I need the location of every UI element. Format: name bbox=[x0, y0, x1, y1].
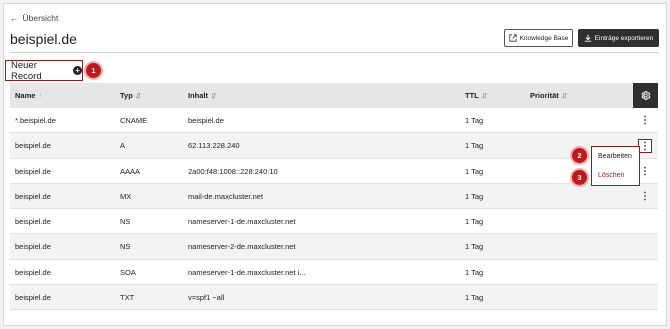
delete-menu-item[interactable]: Löschen bbox=[592, 166, 639, 185]
cell-content: 2a00:f48:1008::228:240:10 bbox=[188, 166, 278, 176]
sort-icon: ⇵ bbox=[211, 92, 217, 100]
cell-type: NS bbox=[120, 242, 131, 252]
cell-name: beispiel.de bbox=[15, 242, 51, 252]
step-badge-2: 2 bbox=[572, 148, 587, 163]
column-header-ttl[interactable]: TTL ⇵ bbox=[465, 91, 487, 100]
column-header-priority-label: Priorität bbox=[530, 91, 559, 100]
column-header-name-label: Name bbox=[15, 91, 36, 100]
column-settings-button[interactable] bbox=[633, 83, 658, 108]
dns-records-table: Name ↑ Typ ⇵ Inhalt ⇵ TTL ⇵ Priorität ⇵ … bbox=[10, 83, 658, 311]
cell-type: CNAME bbox=[120, 116, 148, 125]
step-badge-1: 1 bbox=[86, 63, 101, 78]
more-options-icon[interactable]: ⋮ bbox=[638, 139, 652, 154]
table-row: beispiel.de NS nameserver-2-de.maxcluster.… bbox=[10, 234, 658, 260]
export-entries-button[interactable]: Einträge exportieren bbox=[578, 29, 659, 47]
column-header-name[interactable]: Name ↑ bbox=[15, 91, 42, 100]
table-row: beispiel.de A 62.113.228.240 1 Tag ⋮ bbox=[10, 133, 658, 159]
cell-name: beispiel.de bbox=[15, 217, 51, 227]
new-record-label: Neuer Record bbox=[11, 59, 42, 82]
column-header-content[interactable]: Inhalt ⇵ bbox=[188, 91, 216, 100]
table-row: beispiel.de TXT v=spf1 ~all 1 Tag bbox=[10, 285, 658, 311]
new-record-button[interactable]: Neuer Record + bbox=[5, 59, 83, 82]
cell-name: beispiel.de bbox=[15, 267, 51, 277]
cell-name: beispiel.de bbox=[15, 191, 51, 201]
table-row: beispiel.de MX mail-de.maxcluster.net 1 Tag… bbox=[10, 183, 658, 210]
table-row: beispiel.de AAAA 2a00:f48:1008::228:240:10… bbox=[10, 159, 658, 184]
row-context-menu: Bearbeiten Löschen bbox=[591, 146, 640, 186]
more-options-icon[interactable]: ⋮ bbox=[639, 114, 651, 127]
table-row: beispiel.de SOA nameserver-1-de.maxcluster… bbox=[10, 260, 658, 286]
cell-content: nameserver-1-de.maxcluster.net i... bbox=[188, 267, 306, 277]
external-link-icon bbox=[508, 34, 517, 42]
cell-ttl: 1 Tag bbox=[465, 116, 484, 125]
cell-content: mail-de.maxcluster.net bbox=[188, 191, 264, 201]
sort-icon: ⇵ bbox=[481, 92, 488, 100]
table-row: beispiel.de NS nameserver-1-de.maxcluster.… bbox=[10, 209, 658, 235]
back-label: Übersicht bbox=[22, 13, 59, 23]
sort-icon: ⇵ bbox=[135, 92, 142, 100]
cell-ttl: 1 Tag bbox=[465, 166, 484, 176]
more-options-icon[interactable]: ⋮ bbox=[639, 190, 651, 203]
cell-ttl: 1 Tag bbox=[465, 242, 484, 252]
column-header-type[interactable]: Typ ⇵ bbox=[120, 91, 141, 100]
cell-content: v=spf1 ~all bbox=[188, 293, 225, 303]
cell-ttl: 1 Tag bbox=[465, 141, 484, 151]
column-header-type-label: Typ bbox=[120, 91, 133, 100]
table-header: Name ↑ Typ ⇵ Inhalt ⇵ TTL ⇵ Priorität ⇵ bbox=[10, 83, 658, 108]
sort-arrow-up-icon: ↑ bbox=[38, 92, 42, 99]
export-entries-label: Einträge exportieren bbox=[594, 34, 654, 42]
cell-ttl: 1 Tag bbox=[465, 217, 484, 227]
cell-name: beispiel.de bbox=[15, 166, 51, 176]
more-options-icon[interactable]: ⋮ bbox=[639, 165, 651, 178]
cell-content: 62.113.228.240 bbox=[188, 141, 240, 151]
cell-type: AAAA bbox=[120, 166, 141, 176]
step-badge-3: 3 bbox=[572, 170, 587, 185]
plus-circle-icon: + bbox=[73, 66, 82, 75]
cell-name: *.beispiel.de bbox=[15, 116, 56, 125]
cell-type: TXT bbox=[120, 293, 135, 303]
knowledge-base-label: Knowledge Base bbox=[519, 34, 569, 42]
knowledge-base-button[interactable]: Knowledge Base bbox=[504, 29, 573, 47]
back-link[interactable]: ← Übersicht bbox=[10, 13, 58, 23]
cell-type: SOA bbox=[120, 267, 136, 277]
cell-content: beispiel.de bbox=[188, 116, 224, 125]
cell-type: MX bbox=[120, 191, 132, 201]
column-header-ttl-label: TTL bbox=[465, 91, 479, 100]
cell-ttl: 1 Tag bbox=[465, 293, 484, 303]
cell-type: NS bbox=[120, 217, 131, 227]
cell-ttl: 1 Tag bbox=[465, 267, 484, 277]
gear-icon bbox=[641, 91, 651, 100]
column-header-priority[interactable]: Priorität ⇵ bbox=[530, 91, 567, 100]
cell-content: nameserver-1-de.maxcluster.net bbox=[188, 217, 296, 227]
cell-content: nameserver-2-de.maxcluster.net bbox=[188, 242, 296, 252]
cell-ttl: 1 Tag bbox=[465, 191, 484, 201]
cell-name: beispiel.de bbox=[15, 293, 51, 303]
column-header-content-label: Inhalt bbox=[188, 91, 208, 100]
page-title: beispiel.de bbox=[10, 31, 77, 47]
divider bbox=[10, 52, 658, 53]
download-icon bbox=[584, 34, 591, 42]
edit-menu-item[interactable]: Bearbeiten bbox=[592, 147, 639, 166]
table-row: *.beispiel.de CNAME beispiel.de 1 Tag ⋮ bbox=[10, 108, 658, 134]
cell-type: A bbox=[120, 141, 126, 151]
sort-icon: ⇵ bbox=[561, 92, 568, 100]
arrow-left-icon: ← bbox=[10, 13, 19, 23]
cell-name: beispiel.de bbox=[15, 141, 51, 151]
